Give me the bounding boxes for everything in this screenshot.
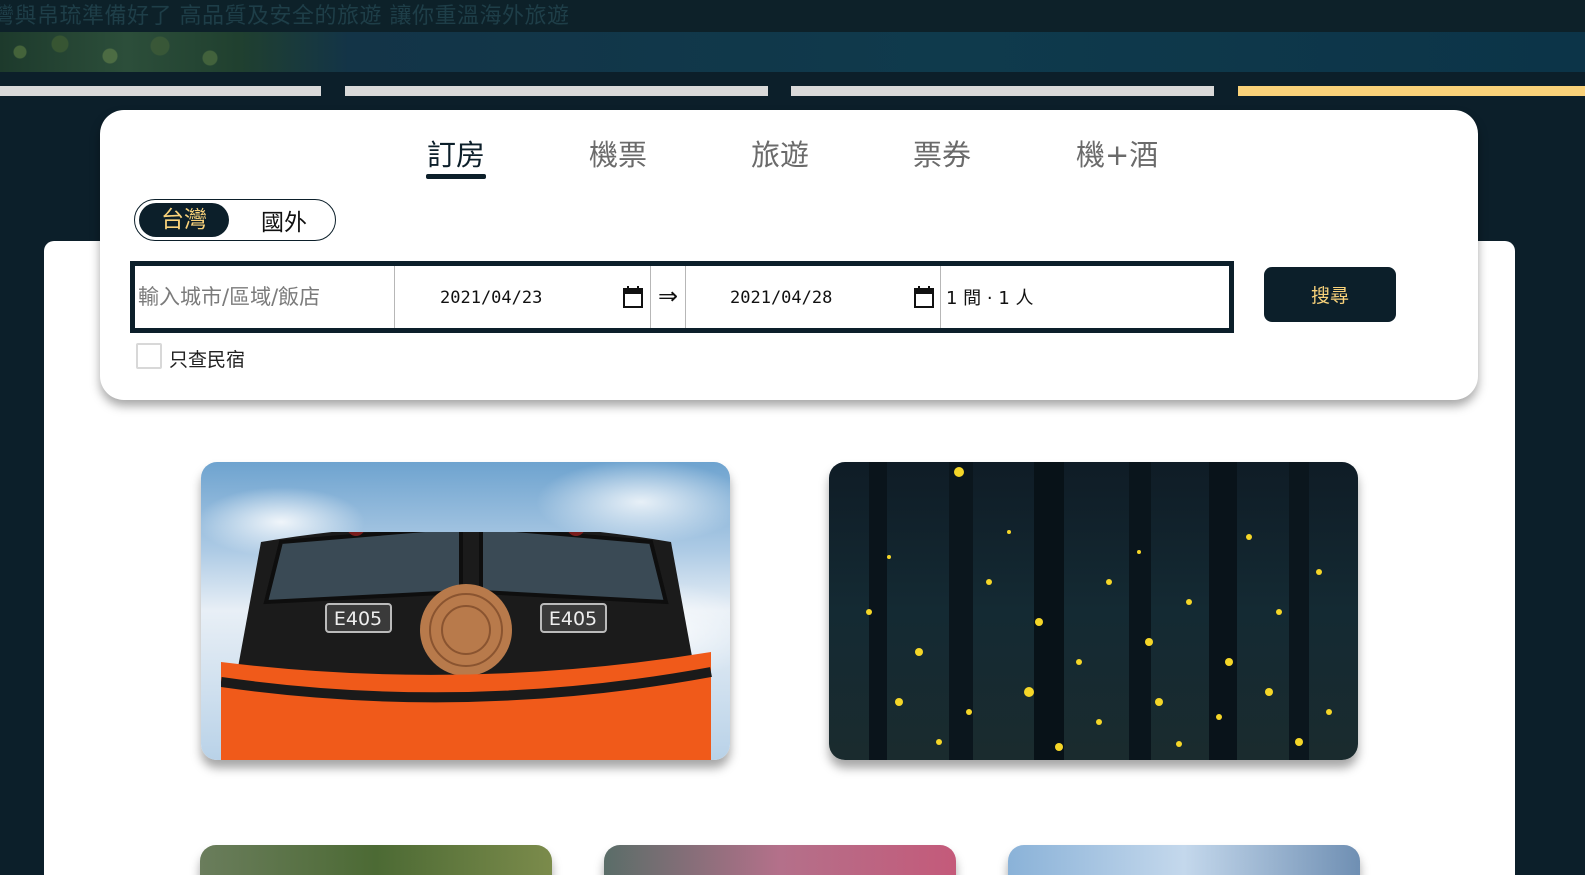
checkin-date-value: 2021/04/23 bbox=[440, 288, 543, 308]
train-image: E405 E405 bbox=[221, 532, 712, 760]
region-option-taiwan[interactable]: 台灣 bbox=[139, 203, 229, 237]
region-toggle[interactable]: 台灣 國外 bbox=[134, 199, 336, 241]
destination-card-train[interactable]: E405 E405 bbox=[201, 462, 730, 760]
search-button[interactable]: 搜尋 bbox=[1264, 267, 1396, 322]
bnb-only-label: 只查民宿 bbox=[169, 349, 246, 371]
calendar-icon[interactable] bbox=[914, 286, 934, 308]
hero-background-image bbox=[0, 32, 1585, 72]
slide-indicator-2[interactable] bbox=[345, 86, 768, 96]
destination-input[interactable] bbox=[135, 266, 395, 328]
firefly-lights bbox=[866, 467, 1332, 751]
region-option-overseas[interactable]: 國外 bbox=[239, 206, 329, 240]
destination-card-5[interactable] bbox=[1008, 845, 1360, 875]
firefly-forest-image bbox=[866, 462, 1332, 760]
tab-flight-hotel[interactable]: 機+酒 bbox=[1076, 132, 1158, 174]
destination-card-firefly[interactable] bbox=[829, 462, 1358, 760]
slide-indicator-3[interactable] bbox=[791, 86, 1214, 96]
search-form: 2021/04/23 ⇒ 2021/04/28 bbox=[130, 261, 1234, 333]
active-tab-underline bbox=[426, 174, 486, 179]
train-number-left: E405 bbox=[334, 608, 382, 630]
checkin-date-field[interactable]: 2021/04/23 bbox=[395, 266, 651, 328]
tab-ticket[interactable]: 票券 bbox=[913, 132, 971, 174]
bnb-only-checkbox[interactable] bbox=[136, 343, 162, 369]
checkout-date-field[interactable]: 2021/04/28 bbox=[686, 266, 941, 328]
tab-tour[interactable]: 旅遊 bbox=[751, 132, 809, 174]
guests-value: 1 間 · 1 人 bbox=[946, 288, 1034, 309]
train-number-right: E405 bbox=[549, 608, 597, 630]
destination-card-4[interactable] bbox=[604, 845, 956, 875]
hero-banner: 灣與帛琉準備好了 高品質及安全的旅遊 讓你重溫海外旅遊 bbox=[0, 0, 1585, 72]
destination-card-3[interactable] bbox=[200, 845, 552, 875]
slide-indicator-4[interactable] bbox=[1238, 86, 1585, 96]
slide-indicator-1[interactable] bbox=[0, 86, 321, 96]
tab-hotel[interactable]: 訂房 bbox=[427, 132, 485, 174]
tab-flight[interactable]: 機票 bbox=[589, 132, 647, 174]
date-arrow: ⇒ bbox=[651, 266, 686, 328]
calendar-icon[interactable] bbox=[623, 286, 643, 308]
checkout-date-value: 2021/04/28 bbox=[730, 288, 833, 308]
hero-slogan: 灣與帛琉準備好了 高品質及安全的旅遊 讓你重溫海外旅遊 bbox=[0, 4, 570, 29]
